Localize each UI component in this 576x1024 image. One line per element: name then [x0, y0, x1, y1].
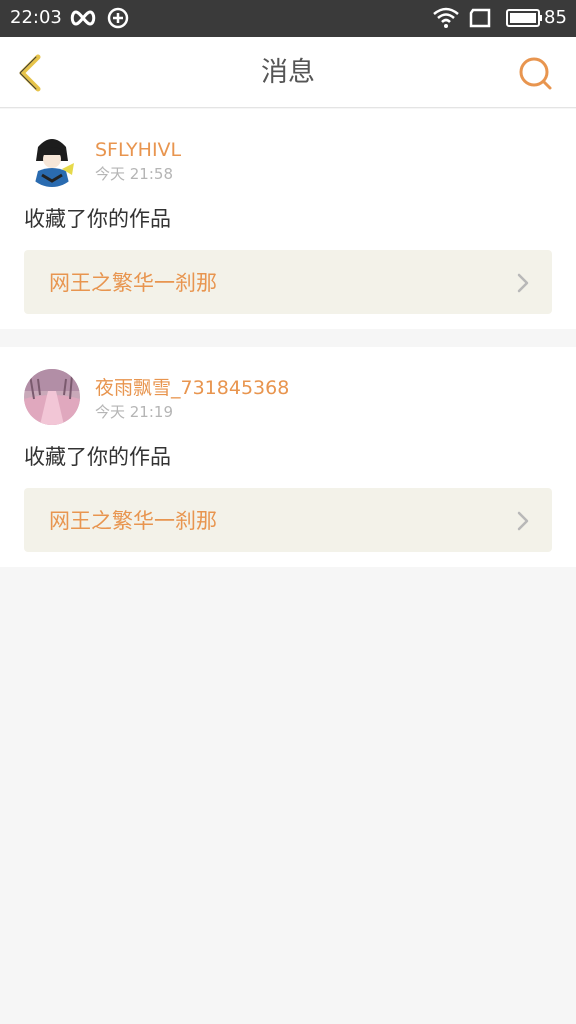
username[interactable]: 夜雨飘雪_731845368	[95, 377, 289, 399]
message-action: 收藏了你的作品	[24, 207, 171, 231]
sim-card-icon	[469, 8, 491, 28]
message-time: 今天 21:58	[95, 165, 173, 183]
status-bar: 22:03 85	[0, 0, 576, 37]
work-title: 网王之繁华一刹那	[49, 509, 217, 533]
infinity-icon	[70, 10, 96, 26]
page-title: 消息	[261, 57, 315, 88]
message-action: 收藏了你的作品	[24, 445, 171, 469]
search-icon[interactable]	[516, 54, 554, 92]
work-link[interactable]: 网王之繁华一刹那	[24, 488, 552, 552]
battery-icon	[506, 9, 542, 27]
battery-level: 85	[544, 7, 567, 28]
nav-bar: 消息	[0, 37, 576, 108]
avatar[interactable]	[24, 131, 80, 187]
message-card: 夜雨飘雪_731845368 今天 21:19 收藏了你的作品 网王之繁华一刹那	[0, 347, 576, 567]
data-saver-icon	[107, 7, 129, 29]
chevron-right-icon	[517, 273, 529, 293]
message-card: SFLYHIVL 今天 21:58 收藏了你的作品 网王之繁华一刹那	[0, 109, 576, 329]
chevron-right-icon	[517, 511, 529, 531]
message-time: 今天 21:19	[95, 403, 173, 421]
username[interactable]: SFLYHIVL	[95, 139, 181, 161]
status-time: 22:03	[10, 7, 62, 28]
work-title: 网王之繁华一刹那	[49, 271, 217, 295]
wifi-icon	[433, 7, 459, 28]
work-link[interactable]: 网王之繁华一刹那	[24, 250, 552, 314]
avatar[interactable]	[24, 369, 80, 425]
